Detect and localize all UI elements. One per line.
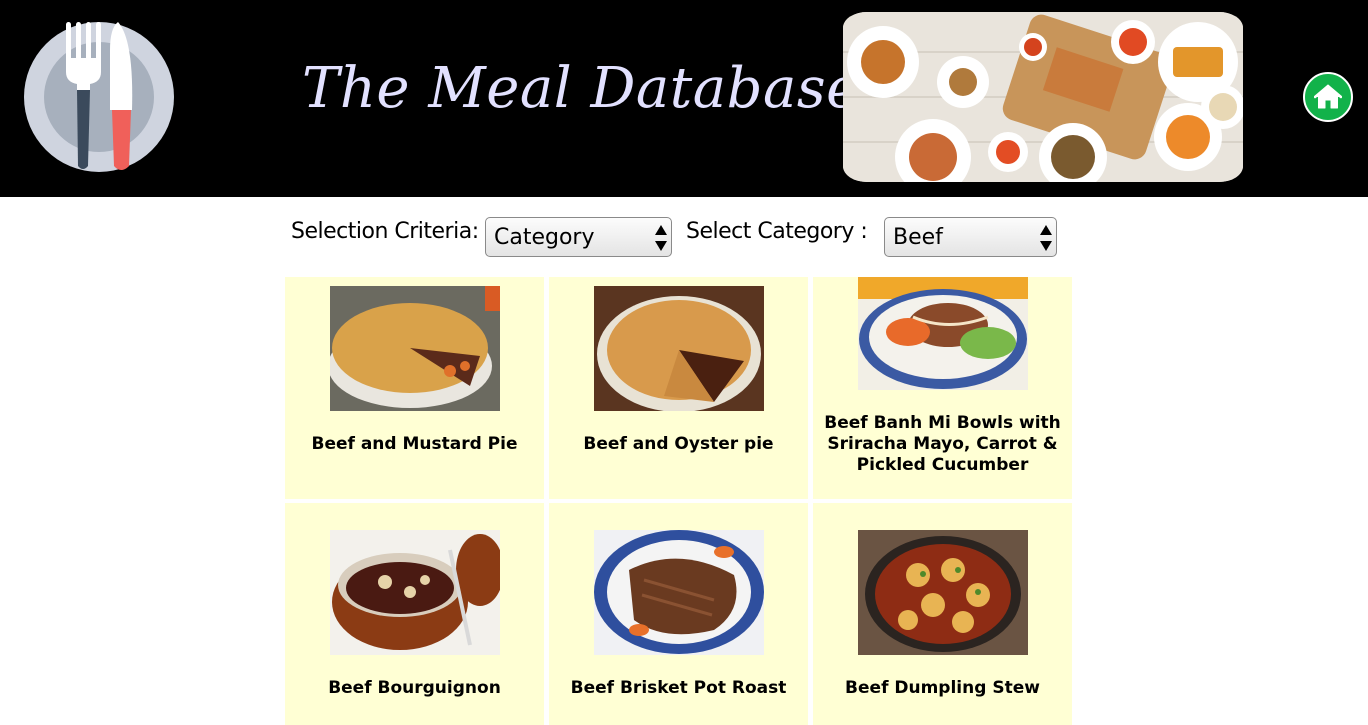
header: The Meal Database xyxy=(0,0,1368,197)
meal-image xyxy=(858,277,1028,390)
select-arrows-icon xyxy=(1040,225,1052,251)
meal-image xyxy=(858,530,1028,655)
criteria-select[interactable]: Category xyxy=(485,217,672,257)
meal-name: Beef Banh Mi Bowls with Sriracha Mayo, C… xyxy=(824,413,1061,475)
selection-criteria-label: Selection Criteria: xyxy=(291,219,479,244)
meal-card[interactable]: Beef Banh Mi Bowls with Sriracha Mayo, C… xyxy=(813,277,1072,499)
meal-name: Beef and Mustard Pie xyxy=(311,434,518,454)
meal-name: Beef Dumpling Stew xyxy=(845,678,1040,698)
select-category-label: Select Category : xyxy=(686,219,868,244)
meal-name: Beef Bourguignon xyxy=(328,678,501,698)
category-select-value: Beef xyxy=(893,224,943,250)
criteria-select-value: Category xyxy=(494,224,595,250)
meal-card[interactable]: Beef Brisket Pot Roast xyxy=(549,503,808,725)
meal-card[interactable]: Beef and Oyster pie xyxy=(549,277,808,499)
meal-image xyxy=(330,530,500,655)
home-button[interactable] xyxy=(1303,72,1353,122)
meal-image xyxy=(594,530,764,655)
home-icon xyxy=(1314,84,1342,109)
plate-fork-knife-icon xyxy=(24,22,174,172)
meal-card[interactable]: Beef Bourguignon xyxy=(285,503,544,725)
meal-card[interactable]: Beef Dumpling Stew xyxy=(813,503,1072,725)
banner-image xyxy=(843,12,1243,182)
select-arrows-icon xyxy=(655,225,667,251)
page-title: The Meal Database xyxy=(302,56,860,121)
meal-image xyxy=(330,286,500,411)
meal-image xyxy=(594,286,764,411)
category-select[interactable]: Beef xyxy=(884,217,1057,257)
meal-name: Beef and Oyster pie xyxy=(583,434,774,454)
meal-name: Beef Brisket Pot Roast xyxy=(570,678,787,698)
meal-card[interactable]: Beef and Mustard Pie xyxy=(285,277,544,499)
